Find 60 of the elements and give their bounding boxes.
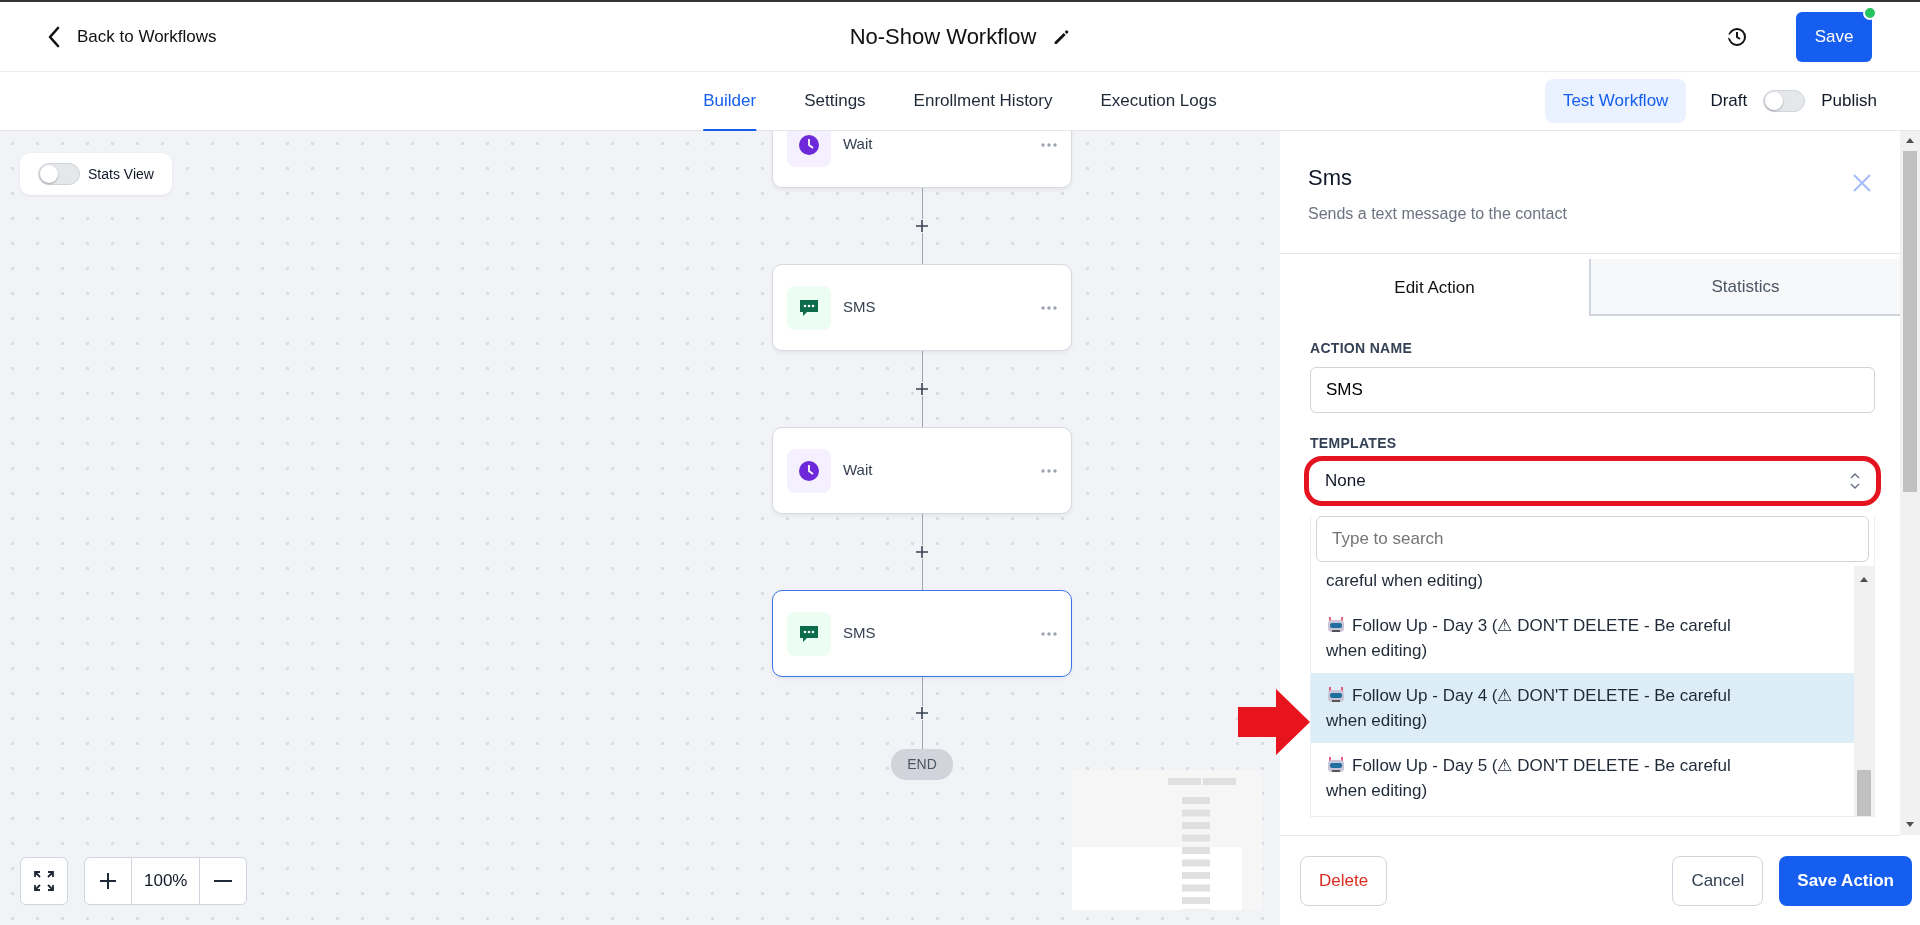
publish-toggle[interactable] xyxy=(1763,90,1806,112)
nav-tab[interactable]: Settings xyxy=(804,72,866,131)
workflow-node[interactable]: SMS xyxy=(772,590,1072,677)
status-dot xyxy=(1863,5,1877,20)
scroll-up-icon[interactable] xyxy=(1859,576,1869,582)
end-marker: END xyxy=(891,749,953,780)
scrollbar-thumb[interactable] xyxy=(1857,770,1871,816)
chat-icon xyxy=(799,624,819,643)
template-option[interactable]: Follow Up - Day 4 (⚠ DON'T DELETE - Be careful when editing) xyxy=(1311,673,1854,743)
save-action-button[interactable]: Save Action xyxy=(1779,855,1912,906)
pencil-icon[interactable] xyxy=(1052,27,1071,46)
action-name-field[interactable]: SMS xyxy=(1310,367,1875,413)
expand-icon xyxy=(34,871,54,891)
plus-icon xyxy=(99,872,117,890)
delete-button[interactable]: Delete xyxy=(1300,855,1388,906)
field-label: TEMPLATES xyxy=(1310,434,1398,453)
minus-icon xyxy=(213,879,234,883)
workflow-node[interactable]: SMS xyxy=(772,264,1072,351)
field-label: ACTION NAME xyxy=(1310,339,1414,358)
test-workflow-button[interactable]: Test Workflow xyxy=(1544,79,1687,123)
zoom-in-button[interactable] xyxy=(84,857,132,905)
add-step-icon[interactable] xyxy=(915,219,929,233)
add-step-icon[interactable] xyxy=(915,706,929,720)
chat-icon xyxy=(799,298,819,317)
fit-view-button[interactable] xyxy=(20,857,68,905)
template-option[interactable]: Follow Up - Day 5 (⚠ DON'T DELETE - Be careful when editing) xyxy=(1311,743,1854,813)
close-icon xyxy=(1853,173,1871,192)
panel-title: Sms xyxy=(1308,164,1353,192)
scrollbar-thumb[interactable] xyxy=(1903,151,1917,492)
template-option[interactable]: careful when editing) xyxy=(1311,566,1854,603)
panel-tab[interactable]: Statistics xyxy=(1589,259,1900,316)
back-icon xyxy=(48,25,61,48)
add-step-icon[interactable] xyxy=(915,382,929,396)
nav-tab[interactable]: Execution Logs xyxy=(1100,72,1217,131)
template-option[interactable]: Follow Up - Day 3 (⚠ DON'T DELETE - Be careful when editing) xyxy=(1311,603,1854,673)
template-select[interactable]: None xyxy=(1310,462,1875,500)
pointer-arrow xyxy=(1238,689,1310,755)
toggle-label: Stats View xyxy=(88,164,154,184)
nav-tab[interactable]: Enrollment History xyxy=(913,72,1053,131)
back-link[interactable]: Back to Workflows xyxy=(48,23,217,50)
cancel-button[interactable]: Cancel xyxy=(1672,855,1764,906)
robot-icon xyxy=(1326,756,1346,774)
scroll-up-icon[interactable] xyxy=(1905,137,1915,143)
panel-subtitle: Sends a text message to the contact xyxy=(1308,204,1567,224)
search-field[interactable]: Type to search xyxy=(1316,516,1869,562)
robot-icon xyxy=(1326,616,1346,634)
toggle-label: Draft xyxy=(1710,90,1748,113)
robot-icon xyxy=(1326,686,1346,704)
add-step-icon[interactable] xyxy=(915,545,929,559)
stats-toggle[interactable] xyxy=(38,163,80,185)
toggle-label: Publish xyxy=(1821,90,1877,113)
clock-icon xyxy=(798,459,820,482)
sort-icon xyxy=(1850,472,1860,490)
history-icon[interactable] xyxy=(1726,25,1748,48)
zoom-level: 100% xyxy=(132,857,200,905)
scroll-down-icon[interactable] xyxy=(1905,821,1915,827)
clock-icon xyxy=(798,133,820,156)
workflow-node[interactable]: Wait xyxy=(772,427,1072,514)
workflow-title: No-Show Workflow xyxy=(849,23,1037,51)
workflow-node[interactable]: Wait xyxy=(772,131,1072,188)
